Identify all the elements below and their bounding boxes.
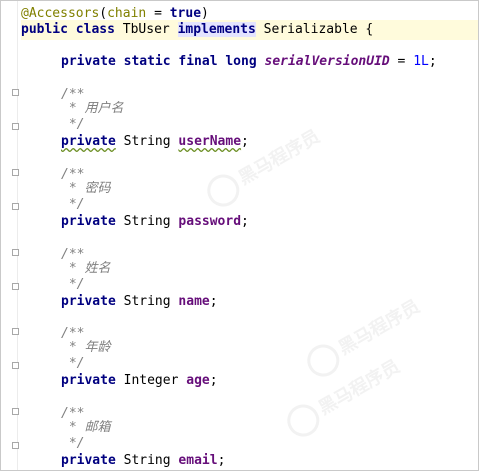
code-editor[interactable]: 黑马程序员 黑马程序员 黑马程序员 @Accessors(chain = tru… [0, 0, 479, 471]
code-line-field-email[interactable]: private String email; [21, 451, 478, 470]
fold-marker-icon[interactable] [12, 169, 19, 176]
fold-marker-icon[interactable] [12, 408, 19, 415]
code-line-field-name[interactable]: private String name; [21, 292, 478, 312]
fold-marker-icon[interactable] [12, 283, 19, 290]
code-line-serial-version[interactable]: private static final long serialVersionU… [21, 52, 478, 72]
fold-marker-icon[interactable] [12, 203, 19, 210]
fold-marker-icon[interactable] [12, 89, 19, 96]
editor-gutter [1, 1, 19, 470]
fold-marker-icon[interactable] [12, 123, 19, 130]
code-line-field-age[interactable]: private Integer age; [21, 371, 478, 391]
fold-marker-icon[interactable] [12, 328, 19, 335]
fold-marker-icon[interactable] [12, 249, 19, 256]
code-line-field-username[interactable]: private String userName; [21, 132, 478, 152]
code-line-field-password[interactable]: private String password; [21, 212, 478, 232]
fold-marker-icon[interactable] [12, 362, 19, 369]
fold-marker-icon[interactable] [12, 442, 19, 449]
code-line-class-declaration[interactable]: public class TbUser implements Serializa… [21, 20, 478, 40]
